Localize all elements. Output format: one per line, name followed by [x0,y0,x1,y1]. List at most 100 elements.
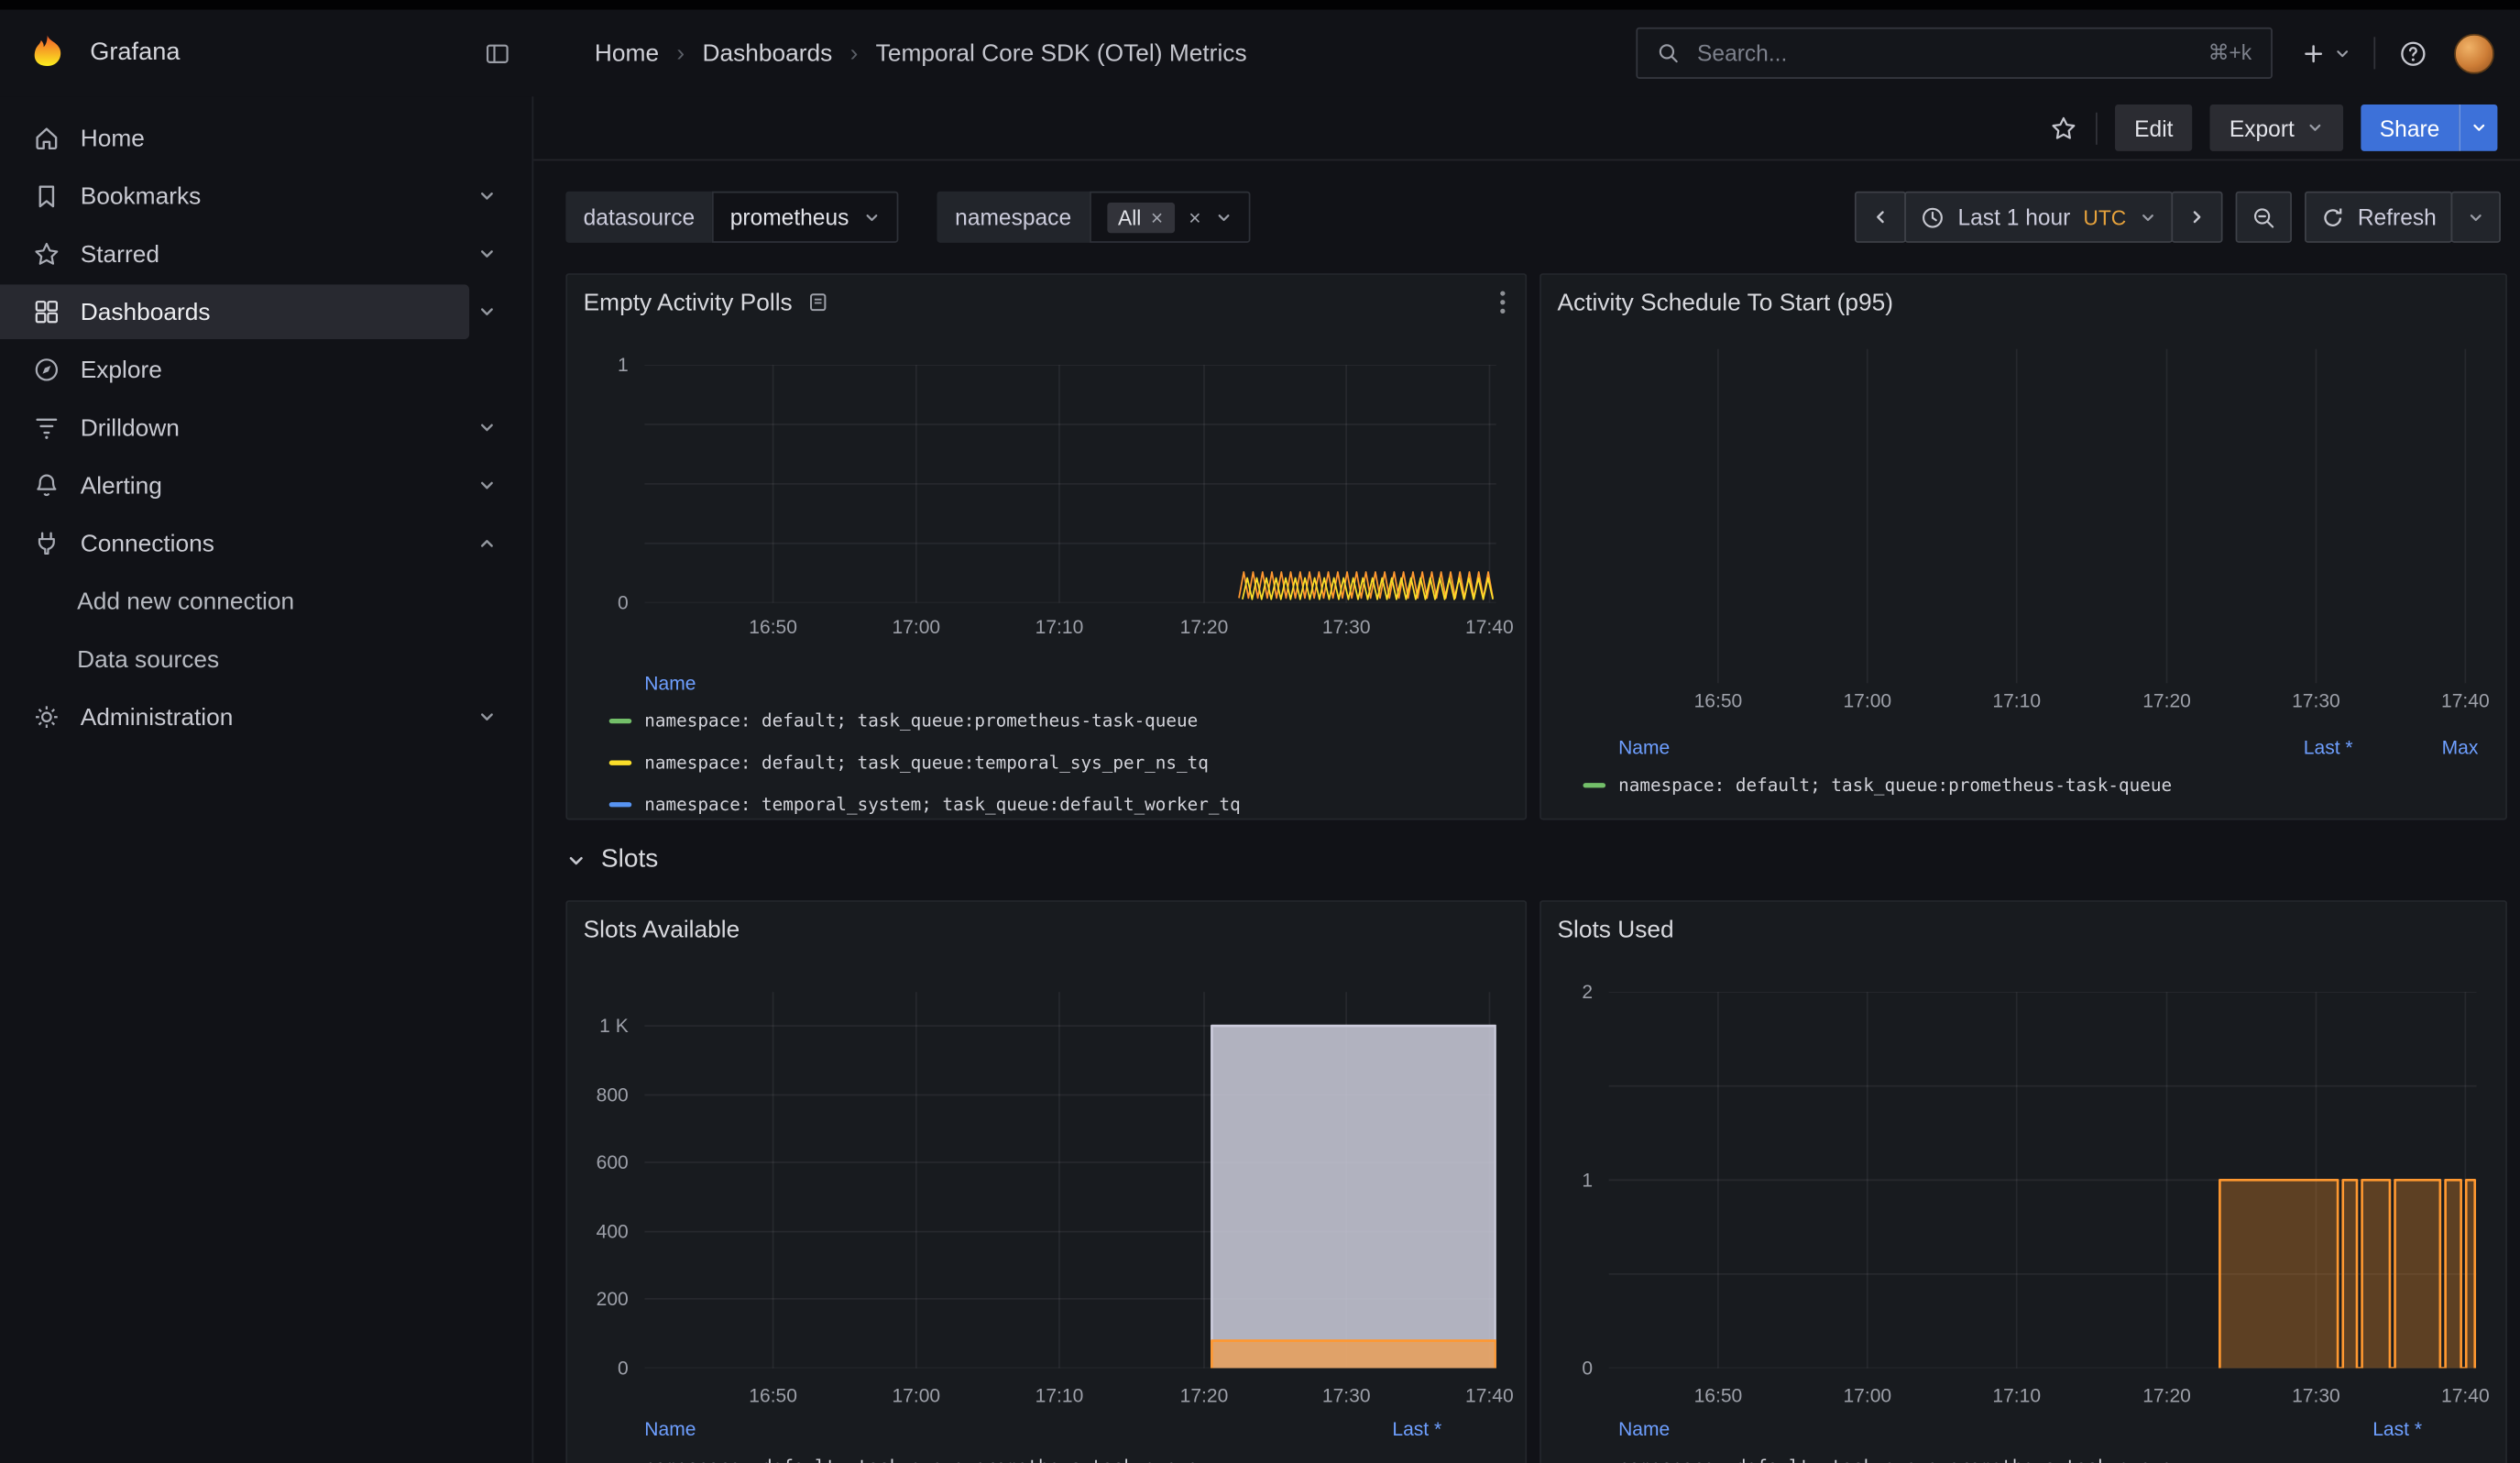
legend-column-header[interactable]: Last * [2304,736,2353,759]
zoom-out-button[interactable] [2236,192,2292,243]
help-icon[interactable] [2398,38,2428,68]
sidebar-item-home[interactable]: Home [0,109,532,167]
share-dropdown-button[interactable] [2459,104,2497,151]
bell-icon [32,471,61,500]
x-axis-label: 17:20 [2142,1384,2191,1407]
edit-button[interactable]: Edit [2115,104,2192,151]
time-shift-back-button[interactable] [1855,192,1906,243]
time-series-plot [1609,992,2477,1368]
x-axis-label: 17:10 [1035,1384,1084,1407]
star-icon [32,239,61,269]
legend-item[interactable]: namespace: default; task_queue:prometheu… [1583,764,2506,806]
sidebar-item-add-new-connection[interactable]: Add new connection [0,572,532,630]
time-shift-forward-button[interactable] [2171,192,2222,243]
panel-description-icon[interactable] [807,291,830,314]
sidebar-item-dashboards[interactable]: Dashboards [0,283,532,341]
sidebar-item-label: Drilldown [81,414,180,442]
export-button[interactable]: Export [2210,104,2343,151]
window-top-strip [0,0,2520,10]
x-axis-label: 16:50 [1694,689,1743,712]
sidebar-item-starred[interactable]: Starred [0,226,532,283]
export-label: Export [2230,115,2295,140]
legend-item[interactable]: namespace: default; task_queue:prometheu… [609,699,1526,742]
legend-label: namespace: default; task_queue:temporal_… [644,752,1209,773]
sidebar-item-label: Dashboards [81,298,211,325]
sidebar-item-explore[interactable]: Explore [0,341,532,399]
legend-label: namespace: default; task_queue:prometheu… [1618,1456,2172,1463]
datasource-value: prometheus [730,204,849,230]
series-color-marker [609,801,632,806]
chart-area: 21016:5017:0017:1017:2017:3017:40 [1541,902,2505,1463]
breadcrumb-item: Temporal Core SDK (OTel) Metrics [876,39,1247,67]
y-axis-label: 2 [1541,979,1593,1005]
namespace-value-chip[interactable]: All × [1107,202,1175,232]
legend-column-header[interactable]: Name [644,672,696,695]
clear-icon[interactable]: × [1189,206,1200,227]
nav-divider [2373,37,2375,69]
share-button[interactable]: Share [2361,104,2460,151]
y-axis-label: 400 [567,1218,629,1244]
legend-label: namespace: temporal_system; task_queue:d… [644,794,1240,815]
x-axis-label: 17:20 [1180,616,1229,639]
y-axis-label: 800 [567,1083,629,1108]
sidebar-item-label: Connections [81,530,214,557]
dock-sidebar-icon[interactable] [484,39,511,67]
home-icon [32,124,61,153]
legend-column-header[interactable]: Last * [1392,1418,1441,1441]
panel-title[interactable]: Slots Used [1557,916,1673,943]
legend-item[interactable]: namespace: default; task_queue:prometheu… [609,1446,1526,1463]
chevron-up-icon [477,534,497,553]
bookmark-icon [32,182,61,211]
search-box[interactable]: ⌘+k [1636,28,2273,79]
y-axis-label: 1 [1541,1167,1593,1193]
favorite-star-icon[interactable] [2049,114,2078,143]
x-axis-label: 16:50 [749,616,797,639]
chevron-down-icon [2306,119,2323,137]
refresh-interval-dropdown[interactable] [2451,192,2501,243]
legend-item[interactable]: namespace: default; task_queue:temporal_… [609,742,1526,784]
chevron-down-icon [477,245,497,264]
x-axis-label: 17:00 [1843,1384,1891,1407]
sidebar-item-administration[interactable]: Administration [0,688,532,746]
time-range-picker[interactable]: Last 1 hour UTC [1905,192,2174,243]
add-menu-button[interactable] [2301,41,2350,65]
sidebar-item-connections[interactable]: Connections [0,514,532,572]
sidebar-item-alerting[interactable]: Alerting [0,456,532,514]
panel-header: Slots Used [1541,902,2505,957]
panel-title[interactable]: Empty Activity Polls [584,289,793,316]
panel-title[interactable]: Slots Available [584,916,740,943]
breadcrumb-item[interactable]: Dashboards [702,39,832,67]
chevron-down-icon [477,418,497,437]
legend-item[interactable]: namespace: default; task_queue:prometheu… [1583,1446,2506,1463]
refresh-button[interactable]: Refresh [2305,192,2452,243]
drilldown-icon [32,413,61,443]
legend-column-header[interactable]: Name [644,1418,696,1441]
x-axis-label: 17:40 [2441,689,2490,712]
breadcrumb-item[interactable]: Home [595,39,659,67]
namespace-picker[interactable]: All × × [1089,192,1251,243]
y-axis-label: 0 [567,1355,629,1380]
sidebar-item-label: Add new connection [77,588,294,615]
chevron-down-icon [565,850,586,871]
y-axis-label: 0 [1541,1355,1593,1380]
user-avatar[interactable] [2454,33,2494,73]
legend-column-header[interactable]: Name [1618,736,1670,759]
panel-title[interactable]: Activity Schedule To Start (p95) [1557,289,1893,316]
legend-item[interactable]: namespace: temporal_system; task_queue:d… [609,783,1526,819]
sidebar-item-drilldown[interactable]: Drilldown [0,399,532,456]
chevron-down-icon [477,708,497,727]
sidebar-item-data-sources[interactable]: Data sources [0,631,532,688]
legend-column-header[interactable]: Last * [2372,1418,2422,1441]
search-input[interactable] [1694,38,2208,68]
remove-value-icon[interactable]: × [1151,206,1163,227]
breadcrumb-separator: › [850,39,859,67]
dashboard-row-slots[interactable]: Slots [565,836,658,885]
x-axis-label: 17:40 [1465,616,1514,639]
legend-column-header[interactable]: Name [1618,1418,1670,1441]
sidebar-item-bookmarks[interactable]: Bookmarks [0,167,532,225]
datasource-picker[interactable]: prometheus [712,192,898,243]
chevron-down-icon [2467,208,2484,226]
y-axis-label: 600 [567,1150,629,1175]
legend-column-header[interactable]: Max [2442,736,2479,759]
panel-menu-icon[interactable] [1493,286,1512,318]
